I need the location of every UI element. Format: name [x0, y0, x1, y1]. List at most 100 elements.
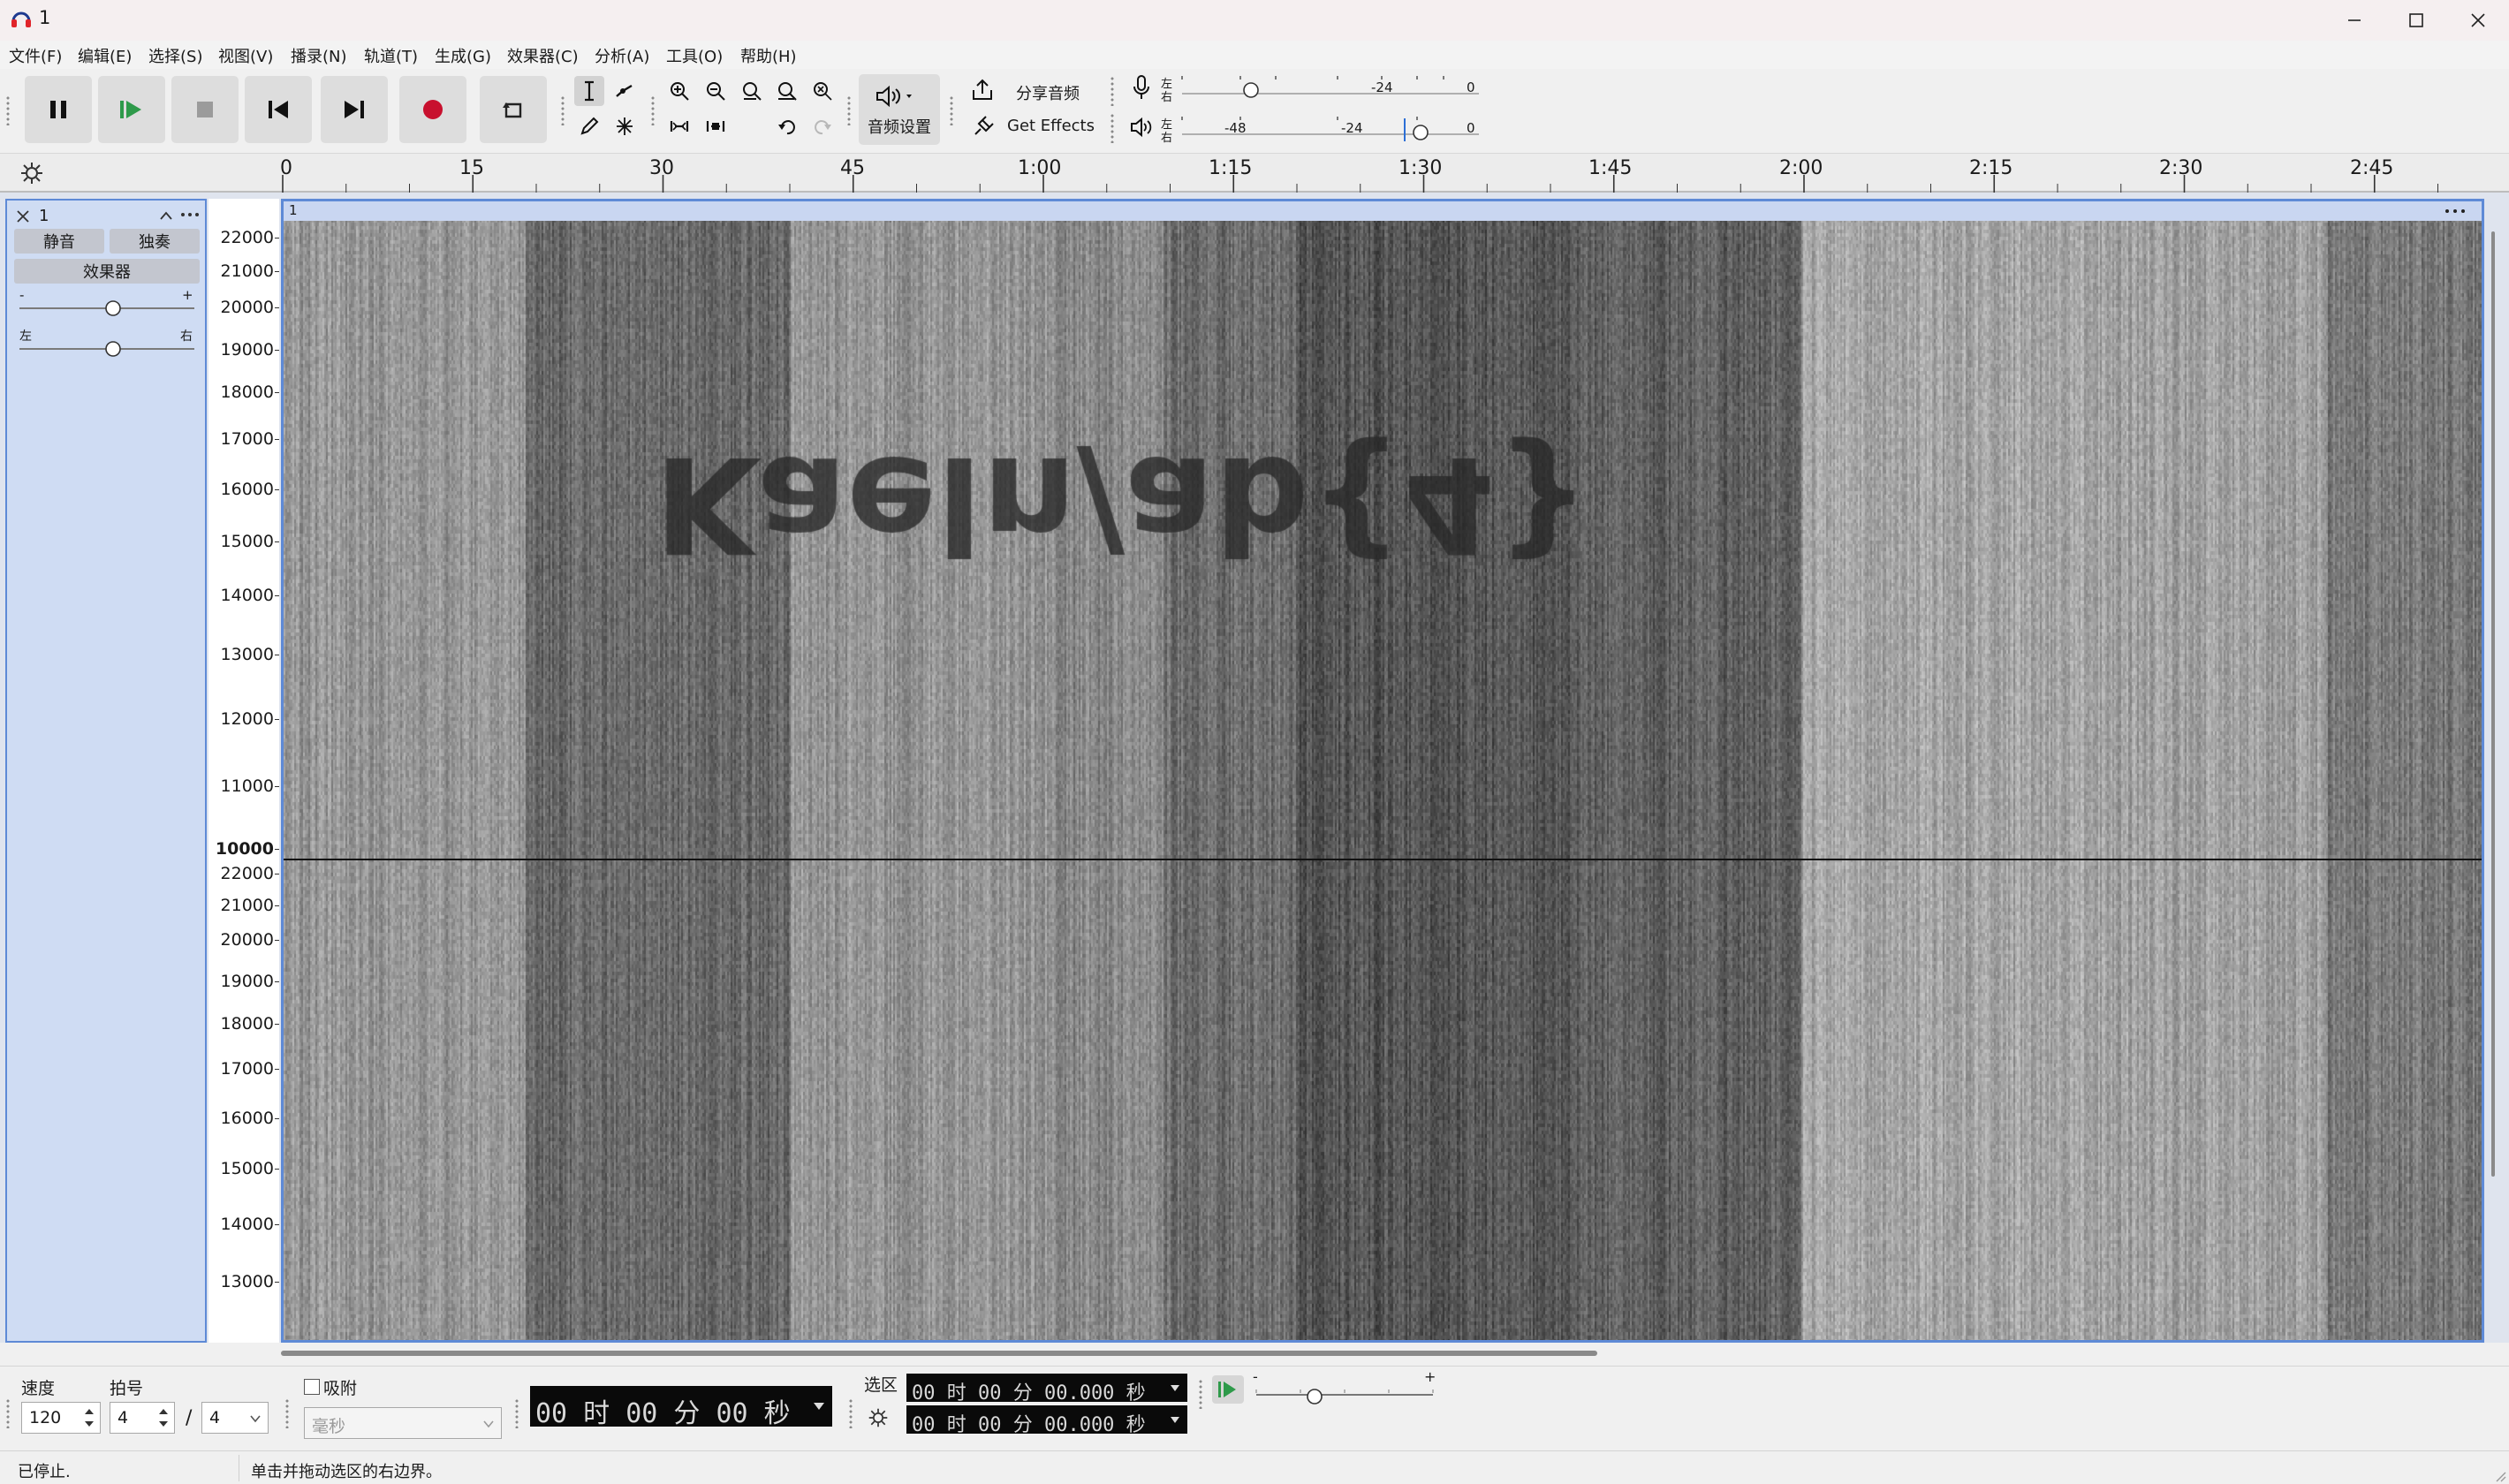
solo-button[interactable]: 独奏: [110, 229, 200, 254]
time-signature-label: 拍号: [110, 1379, 144, 1398]
get-effects-button[interactable]: Get Effects: [963, 110, 1095, 141]
menu-generate[interactable]: 生成(G): [435, 44, 491, 67]
skip-start-button[interactable]: [245, 76, 312, 143]
toolbar-grip[interactable]: [5, 95, 11, 125]
vertical-scroll-thumb[interactable]: [2491, 231, 2495, 1177]
zoom-in-button[interactable]: [664, 76, 694, 106]
chevron-down-icon[interactable]: [482, 1420, 495, 1428]
loop-button[interactable]: [480, 76, 547, 143]
zoom-toggle-button[interactable]: [807, 76, 838, 106]
menu-effect[interactable]: 效果器(C): [507, 44, 579, 67]
horizontal-scrollbar[interactable]: [0, 1343, 2509, 1366]
toolbar-grip[interactable]: [1110, 113, 1115, 143]
timeline-ruler[interactable]: 0 15 30 45 1:00 1:15 1:30 1:45 2:00 2:15…: [0, 154, 2509, 193]
ruler-label: 1:00: [1018, 157, 1062, 179]
clip-menu-icon[interactable]: [2445, 207, 2466, 216]
spectrogram-canvas[interactable]: [284, 201, 2482, 1340]
toolbar-grip[interactable]: [514, 1398, 519, 1428]
track-name[interactable]: 1: [39, 207, 49, 225]
toolbar-grip[interactable]: [1198, 1379, 1203, 1409]
silence-button[interactable]: [701, 111, 731, 141]
zoom-fit-icon: [778, 82, 797, 101]
envelope-tool-button[interactable]: [610, 76, 640, 106]
effects-button[interactable]: 效果器: [14, 259, 200, 284]
menu-select[interactable]: 选择(S): [148, 44, 202, 67]
frequency-tick: [275, 1169, 279, 1170]
toolbar-grip[interactable]: [1110, 76, 1115, 106]
pan-slider[interactable]: [16, 338, 198, 360]
selection-tool-button[interactable]: [574, 76, 604, 106]
horizontal-scroll-thumb[interactable]: [281, 1351, 1597, 1356]
toolbar-grip[interactable]: [949, 95, 954, 125]
menu-analyze[interactable]: 分析(A): [595, 44, 649, 67]
skip-end-button[interactable]: [321, 76, 388, 143]
playback-meter[interactable]: 左 右 -48 -24 0: [1159, 113, 1486, 145]
maximize-button[interactable]: [2385, 0, 2447, 41]
toolbar-grip[interactable]: [846, 95, 852, 125]
spin-arrows-icon[interactable]: [83, 1405, 95, 1430]
clip-header[interactable]: 1: [284, 201, 2482, 221]
mute-button[interactable]: 静音: [14, 229, 104, 254]
toolbar-grip[interactable]: [650, 95, 656, 125]
toolbar-grip[interactable]: [560, 95, 565, 125]
menu-view[interactable]: 视图(V): [218, 44, 273, 67]
play-at-speed-button[interactable]: [1212, 1375, 1244, 1404]
toolbar-grip[interactable]: [284, 1398, 290, 1428]
fit-selection-button[interactable]: [737, 76, 767, 106]
spin-arrows-icon[interactable]: [157, 1405, 170, 1430]
resize-grip-icon[interactable]: [2493, 1469, 2507, 1483]
close-track-icon[interactable]: [16, 209, 30, 223]
close-button[interactable]: [2447, 0, 2509, 41]
stop-button[interactable]: [171, 76, 239, 143]
menu-edit[interactable]: 编辑(E): [78, 44, 132, 67]
chevron-down-icon[interactable]: [1170, 1384, 1180, 1393]
time-format-dropdown-icon[interactable]: [813, 1402, 825, 1411]
record-meter[interactable]: 左 右 -24 0: [1159, 72, 1486, 104]
redo-button[interactable]: [807, 111, 838, 141]
chevron-down-icon[interactable]: [1170, 1416, 1180, 1425]
frequency-axis[interactable]: 22000 21000 20000 19000 18000 17000 16000 15000…: [208, 199, 279, 1343]
trim-button[interactable]: [664, 111, 694, 141]
frequency-tick: [275, 786, 279, 787]
menu-help[interactable]: 帮助(H): [740, 44, 797, 67]
zoom-in-icon: [671, 82, 689, 101]
selection-start-time[interactable]: 00 时 00 分 00.000 秒: [906, 1374, 1187, 1402]
snap-unit-select[interactable]: 毫秒: [304, 1407, 502, 1439]
share-audio-button[interactable]: 分享音频: [963, 74, 1095, 106]
play-button[interactable]: [98, 76, 165, 143]
gain-slider[interactable]: [16, 298, 198, 319]
play-icon: [120, 101, 141, 118]
toolbar-grip[interactable]: [848, 1398, 853, 1428]
collapse-icon[interactable]: [159, 210, 173, 221]
selection-gear-icon[interactable]: [868, 1407, 889, 1428]
chevron-down-icon[interactable]: [249, 1414, 262, 1423]
zoom-out-button[interactable]: [701, 76, 731, 106]
multi-tool-icon: [617, 117, 633, 135]
menu-transport[interactable]: 播录(N): [291, 44, 347, 67]
multi-tool-button[interactable]: [610, 111, 640, 141]
record-button[interactable]: [399, 76, 466, 143]
draw-tool-button[interactable]: [574, 111, 604, 141]
selection-end-time[interactable]: 00 时 00 分 00.000 秒: [906, 1405, 1187, 1434]
meter-right-label: 右: [1161, 132, 1173, 145]
audio-clip-spectrogram[interactable]: 1: [281, 199, 2484, 1343]
toolbar-grip[interactable]: [5, 1398, 11, 1428]
undo-button[interactable]: [772, 111, 802, 141]
playback-speed-slider[interactable]: [1253, 1381, 1436, 1407]
menu-file[interactable]: 文件(F): [9, 44, 62, 67]
frequency-label: 20000: [220, 298, 274, 317]
menu-tracks[interactable]: 轨道(T): [364, 44, 418, 67]
menu-tools[interactable]: 工具(O): [666, 44, 723, 67]
audio-setup-button[interactable]: 音频设置: [859, 74, 940, 145]
time-display[interactable]: 00 时 00 分 00 秒: [530, 1386, 832, 1427]
gear-icon[interactable]: [19, 161, 44, 186]
track-control-panel: 1 静音 独奏 效果器 - + 左 右: [5, 199, 207, 1343]
snap-checkbox[interactable]: [304, 1379, 320, 1395]
selection-label: 选区: [864, 1375, 898, 1395]
vertical-scrollbar[interactable]: [2491, 210, 2500, 1343]
minimize-button[interactable]: [2323, 0, 2385, 41]
fit-project-button[interactable]: [772, 76, 802, 106]
more-options-icon[interactable]: [180, 210, 200, 219]
pause-button[interactable]: [25, 76, 92, 143]
ruler-label: 1:45: [1588, 157, 1633, 179]
